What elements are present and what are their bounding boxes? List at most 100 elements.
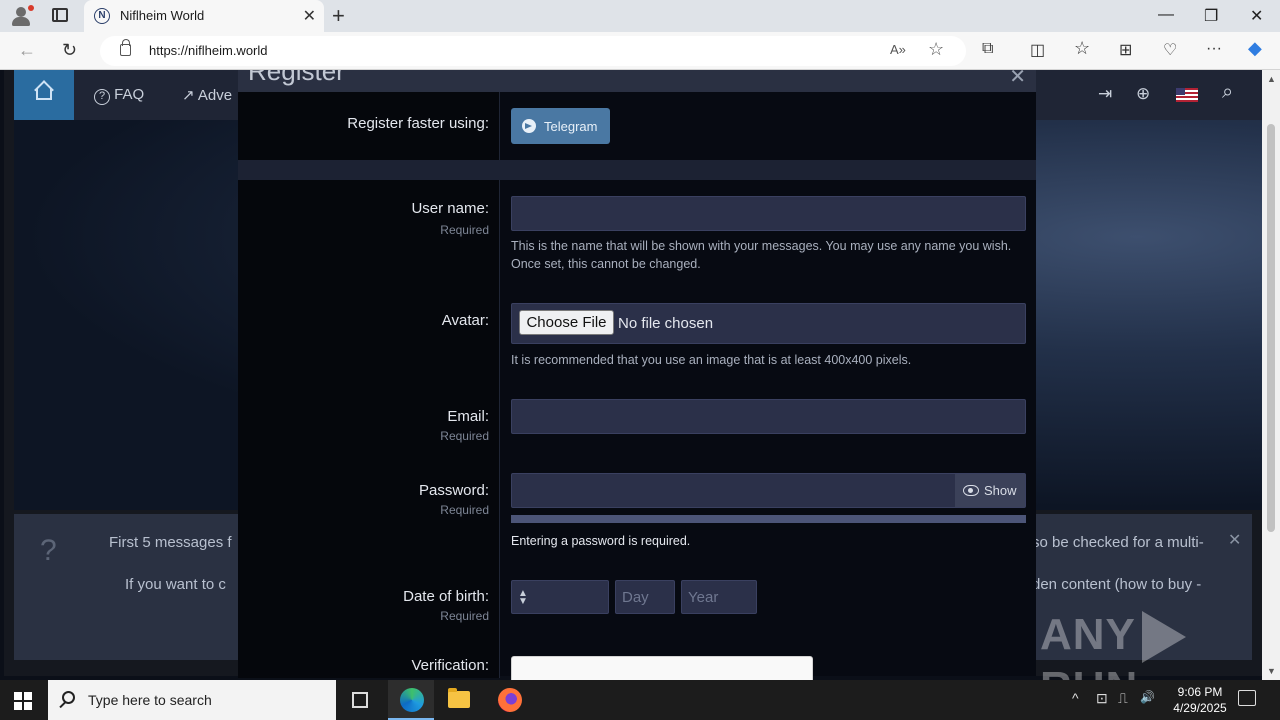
task-view-button[interactable]	[338, 680, 384, 720]
windows-taskbar: Type here to search ^ ⊡ ⎍ 🔊 9:06 PM 4/29…	[0, 680, 1280, 720]
choose-file-button[interactable]: Choose File	[519, 310, 614, 335]
minimize-button[interactable]: —	[1158, 6, 1174, 24]
search-icon[interactable]: ⌕	[1222, 81, 1233, 104]
username-required: Required	[440, 223, 489, 237]
row-label-cell: Date of birth: Required	[238, 564, 500, 638]
show-password-label: Show	[984, 483, 1017, 498]
username-input[interactable]	[511, 196, 1026, 231]
firefox-icon	[498, 688, 522, 712]
show-password-button[interactable]: Show	[955, 474, 1025, 507]
tray-device-icon[interactable]: ⊡	[1096, 690, 1108, 707]
username-label: User name:	[411, 200, 489, 217]
avatar-label: Avatar:	[441, 312, 489, 329]
modal-header: Register ✕	[238, 70, 1036, 92]
modal-close-icon[interactable]: ✕	[1009, 70, 1026, 89]
taskbar-search-placeholder: Type here to search	[88, 692, 212, 708]
volume-icon[interactable]: 🔊	[1140, 690, 1155, 704]
address-bar[interactable]: https://niflheim.world A» ☆	[100, 36, 966, 66]
dob-required: Required	[440, 609, 489, 623]
taskbar-edge[interactable]	[388, 680, 434, 720]
dob-label: Date of birth:	[403, 588, 489, 605]
page-scrollbar[interactable]: ▲ ▼	[1262, 70, 1280, 680]
refresh-button[interactable]: ↻	[62, 40, 77, 61]
more-menu-icon[interactable]: ···	[1206, 40, 1222, 58]
row-label-cell: User name: Required	[238, 180, 500, 288]
tab-actions-icon[interactable]	[52, 8, 68, 22]
new-tab-button[interactable]: +	[332, 3, 345, 29]
eye-icon	[963, 485, 979, 496]
avatar-file-input[interactable]: Choose File No file chosen	[511, 303, 1026, 344]
captcha-widget[interactable]	[511, 656, 813, 680]
collections-icon[interactable]: ⊞	[1119, 40, 1132, 60]
nav-faq-label: FAQ	[114, 86, 145, 103]
password-required: Required	[440, 503, 489, 517]
browser-tab[interactable]: N Niflheim World ✕	[84, 0, 324, 32]
row-label-cell: Verification:	[238, 638, 500, 678]
telegram-icon	[522, 119, 536, 133]
lock-icon[interactable]	[120, 39, 131, 56]
dob-year-placeholder: Year	[688, 589, 719, 606]
home-button[interactable]	[14, 70, 74, 120]
scroll-thumb[interactable]	[1267, 124, 1275, 532]
nav-faq[interactable]: ? FAQ	[94, 86, 144, 105]
notice-line2-right: den content (how to buy -	[1032, 576, 1202, 593]
email-required: Required	[440, 429, 489, 443]
clock-date: 4/29/2025	[1173, 701, 1227, 715]
login-icon[interactable]: ⇥	[1098, 84, 1112, 104]
close-window-button[interactable]: ✕	[1250, 6, 1263, 26]
profile-icon[interactable]	[8, 4, 34, 28]
taskbar-search-box[interactable]: Type here to search	[48, 680, 336, 720]
network-icon[interactable]: ⎍	[1118, 690, 1128, 707]
dob-year-input[interactable]: Year	[681, 580, 757, 614]
tray-chevron-icon[interactable]: ^	[1072, 690, 1079, 706]
taskbar-firefox[interactable]	[486, 680, 532, 720]
email-label: Email:	[447, 408, 489, 425]
dob-day-placeholder: Day	[622, 589, 649, 606]
dob-month-select[interactable]: ▲ ▼	[511, 580, 609, 614]
register-user-icon[interactable]: ⊕	[1136, 84, 1150, 104]
chart-icon: ↗	[182, 87, 195, 104]
clock-time: 9:06 PM	[1177, 685, 1223, 699]
tab-title: Niflheim World	[120, 8, 205, 23]
row-password: Password: Required Show Entering a passw…	[238, 458, 1036, 564]
page-viewport: ? FAQ ↗ Adve ⇥ ⊕ ⌕ ? First 5 messages f …	[0, 70, 1262, 680]
scroll-down-icon[interactable]: ▼	[1267, 666, 1276, 676]
browser-essentials-icon[interactable]: ♡	[1163, 40, 1177, 60]
extensions-icon[interactable]: ⧉	[982, 40, 993, 58]
password-input[interactable]: Show	[511, 473, 1026, 508]
notice-close-icon[interactable]: ✕	[1228, 530, 1241, 550]
section-divider	[238, 160, 1036, 180]
question-circle-icon: ?	[94, 89, 110, 105]
restore-button[interactable]: ❐	[1204, 6, 1218, 26]
password-help: Entering a password is required.	[511, 534, 691, 548]
scroll-up-icon[interactable]: ▲	[1267, 74, 1276, 84]
row-label-cell: Avatar:	[238, 288, 500, 384]
copilot-icon[interactable]: ◆	[1248, 38, 1262, 59]
taskbar-clock[interactable]: 9:06 PM 4/29/2025	[1160, 684, 1240, 716]
row-label-cell: Password: Required	[238, 458, 500, 564]
row-avatar: Avatar: Choose File No file chosen It is…	[238, 288, 1036, 384]
task-view-icon	[352, 692, 368, 708]
favorites-icon[interactable]: ☆	[1074, 38, 1090, 59]
site-background: ? FAQ ↗ Adve ⇥ ⊕ ⌕ ? First 5 messages f …	[4, 70, 1262, 680]
favorite-star-icon[interactable]: ☆	[928, 39, 944, 60]
notification-icon[interactable]	[1238, 690, 1256, 706]
back-button[interactable]: ←	[18, 40, 36, 61]
read-aloud-icon[interactable]: A»	[890, 42, 906, 57]
row-label-cell: Register faster using:	[238, 92, 500, 160]
nav-advertising[interactable]: ↗ Adve	[182, 86, 232, 104]
row-label-cell: Email: Required	[238, 384, 500, 458]
tab-close-icon[interactable]: ✕	[303, 6, 316, 26]
email-input[interactable]	[511, 399, 1026, 434]
us-flag-icon[interactable]	[1176, 88, 1198, 102]
telegram-button[interactable]: Telegram	[511, 108, 610, 144]
windows-start-icon[interactable]	[14, 692, 32, 710]
home-icon-body	[36, 88, 52, 100]
dob-day-input[interactable]: Day	[615, 580, 675, 614]
taskbar-file-explorer[interactable]	[436, 680, 482, 720]
notice-line1-right: so be checked for a multi-	[1032, 534, 1204, 551]
split-screen-icon[interactable]: ◫	[1030, 40, 1045, 60]
url-text[interactable]: https://niflheim.world	[149, 43, 268, 58]
site-favicon-icon: N	[94, 8, 110, 24]
register-modal: Register ✕ Register faster using: Telegr…	[238, 70, 1036, 680]
